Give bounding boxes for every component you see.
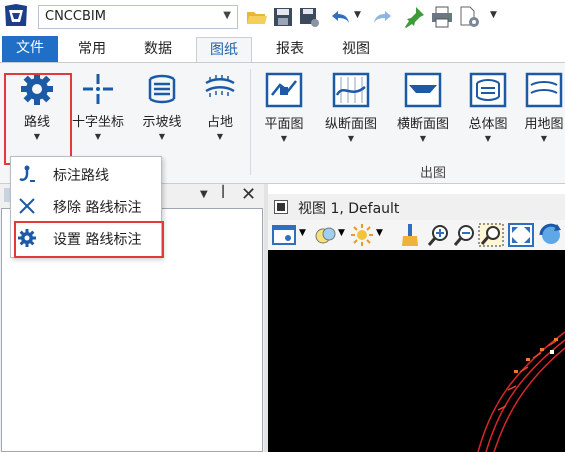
chevron-down-icon[interactable]: ▼ [299,228,306,238]
cross-section-label: 横断面图 [396,117,449,132]
viewport-title-bar: 视图 1, Default [268,194,565,220]
overall-drawing-label: 总体图 [468,117,508,132]
cross-coordinate-button[interactable]: 十字坐标 ▼ [66,71,130,153]
workspace-select[interactable]: CNCCBIM ▼ [38,5,238,29]
cross-coordinate-label: 十字坐标 [71,115,124,130]
chevron-down-icon: ▼ [347,134,355,143]
plan-drawing-icon [265,72,303,108]
viewport-title: 视图 1, Default [298,201,400,217]
overall-drawing-button[interactable]: 总体图 ▼ [462,71,514,153]
land-use-drawing-button[interactable]: 用地图 ▼ [518,71,565,153]
tab-file[interactable]: 文件 [2,36,58,62]
rotate-view-icon[interactable] [538,223,564,247]
chevron-down-icon: ▼ [158,132,166,141]
menu-item-remove-annotation[interactable]: 移除 路线标注 [11,191,163,221]
save-all-icon[interactable] [297,5,321,29]
redo-icon[interactable] [370,5,394,29]
workspace-value: CNCCBIM [45,9,106,24]
lighting-icon[interactable] [350,223,374,247]
crosshair-icon [83,74,113,104]
slope-line-button[interactable]: 示坡线 ▼ [134,71,190,153]
zoom-out-icon[interactable] [452,223,476,247]
chevron-down-icon: ▼ [94,132,102,141]
open-folder-icon[interactable] [245,5,269,29]
view-attributes-icon[interactable] [272,224,296,246]
land-occupation-label: 占地 [206,115,233,130]
window-icon [274,200,288,214]
highlight-frame-route [4,73,72,165]
chevron-down-icon: ▼ [540,134,548,143]
ribbon-tabs: 文件 常用 数据 图纸 报表 视图 [0,34,565,62]
app-window: CNCCBIM ▼ ▼ ▼ 文件 常用 数据 图纸 报表 视图 路线 ▼ 十字坐… [0,0,565,452]
display-style-icon[interactable] [314,224,338,246]
menu-item-label: 标注路线 [53,168,109,184]
customize-qat-icon[interactable]: ▼ [490,10,497,20]
pin-panel-icon[interactable]: ꟾ [221,186,225,202]
tab-data[interactable]: 数据 [130,37,186,62]
cross-section-button[interactable]: 横断面图 ▼ [390,71,456,153]
longitudinal-section-label: 纵断面图 [324,117,377,132]
longitudinal-section-icon [332,72,370,108]
tab-report[interactable]: 报表 [262,37,318,62]
viewport-toolbar: ▼ ▼ ▼ [268,220,565,250]
chevron-down-icon: ▼ [484,134,492,143]
chevron-down-icon: ▼ [280,134,288,143]
undo-icon[interactable] [329,5,353,29]
close-icon [19,198,35,214]
quick-access-toolbar: CNCCBIM ▼ ▼ ▼ [0,0,565,34]
plan-view-label: 平面图 [264,117,304,132]
chevron-down-icon[interactable]: ▼ [376,228,383,238]
slope-line-label: 示坡线 [142,115,182,130]
chevron-down-icon: ▼ [223,10,231,21]
land-occupation-button[interactable]: 占地 ▼ [194,71,246,153]
chevron-down-icon: ▼ [216,132,224,141]
zoom-in-icon[interactable] [426,223,450,247]
viewport-canvas[interactable] [268,250,565,452]
save-icon[interactable] [271,5,295,29]
land-use-drawing-icon [525,72,563,108]
chevron-down-icon: ▼ [419,134,427,143]
ribbon-group-output-label: 出图 [420,166,447,181]
tab-view[interactable]: 视图 [328,37,384,62]
chevron-down-icon[interactable]: ▼ [338,228,345,238]
cross-section-icon [404,72,442,108]
tab-drawings[interactable]: 图纸 [196,37,252,62]
tab-common[interactable]: 常用 [64,37,120,62]
panel-menu-icon[interactable]: ▼ [200,189,208,200]
menu-item-annotate-route[interactable]: 标注路线 [11,159,163,189]
route-annotate-icon [19,165,35,182]
app-logo-icon [5,4,27,26]
fit-view-icon[interactable] [508,223,534,247]
close-panel-icon[interactable]: ✕ [241,184,256,205]
land-occupation-icon [205,75,235,97]
plan-view-button[interactable]: 平面图 ▼ [258,71,310,153]
ribbon-group-divider [250,69,251,175]
brush-icon[interactable] [398,223,422,247]
road-alignment-drawing [477,331,565,452]
highlight-frame-settings [14,221,164,258]
menu-item-label: 移除 路线标注 [53,200,142,216]
viewport-window: 视图 1, Default ▼ ▼ ▼ [268,194,565,452]
zoom-window-icon[interactable] [478,223,504,247]
print-icon[interactable] [430,5,454,29]
pin-icon[interactable] [402,5,426,29]
longitudinal-section-button[interactable]: 纵断面图 ▼ [318,71,384,153]
undo-dropdown-icon[interactable]: ▼ [354,10,361,20]
land-use-drawing-label: 用地图 [524,117,564,132]
slope-line-icon [148,74,176,104]
document-settings-icon[interactable] [457,5,481,29]
overall-drawing-icon [469,72,507,108]
